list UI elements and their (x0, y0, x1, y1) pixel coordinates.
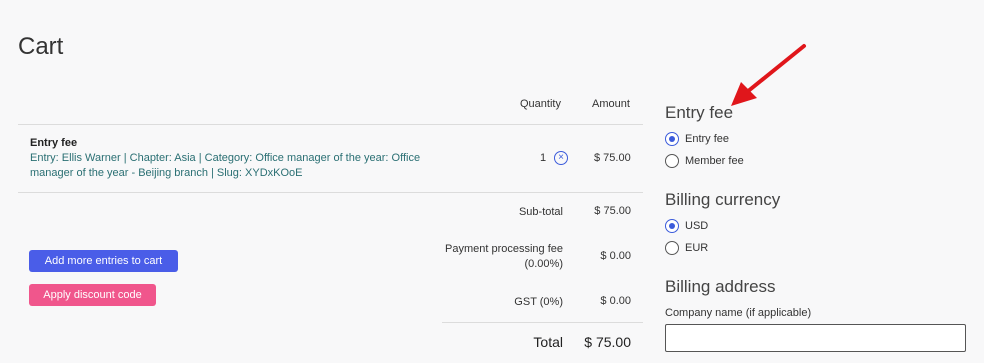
cart-table: Quantity Amount Entry fee Entry: Ellis W… (18, 0, 643, 363)
radio-unchecked-icon[interactable] (665, 241, 679, 255)
radio-checked-icon[interactable] (665, 132, 679, 146)
divider (18, 192, 643, 193)
quantity-header: Quantity (520, 98, 561, 110)
radio-label: USD (685, 220, 709, 232)
gst-value: $ 0.00 (600, 295, 631, 307)
total-value: $ 75.00 (584, 334, 631, 350)
billing-currency-title: Billing currency (665, 190, 781, 209)
entry-fee-title: Entry fee (665, 103, 734, 122)
radio-label: EUR (685, 242, 709, 254)
radio-checked-icon[interactable] (665, 219, 679, 233)
apply-discount-button[interactable]: Apply discount code (29, 284, 156, 306)
radio-eur[interactable]: EUR (665, 241, 708, 255)
gst-label: GST (0%) (514, 296, 563, 308)
processing-fee-value: $ 0.00 (600, 250, 631, 262)
amount-header: Amount (592, 98, 630, 110)
company-name-input[interactable] (665, 324, 966, 352)
radio-unchecked-icon[interactable] (665, 154, 679, 168)
radio-entry-fee[interactable]: Entry fee (665, 132, 729, 146)
subtotal-label: Sub-total (518, 206, 563, 218)
divider (442, 322, 643, 323)
billing-address-title: Billing address (665, 277, 776, 296)
remove-item-icon[interactable]: × (554, 151, 568, 165)
total-label: Total (533, 334, 563, 350)
radio-label: Member fee (685, 155, 744, 167)
subtotal-value: $ 75.00 (594, 205, 631, 217)
item-description: Entry: Ellis Warner | Chapter: Asia | Ca… (30, 152, 421, 179)
processing-fee-label: Payment processing fee (0.00%) (444, 243, 563, 270)
item-amount: $ 75.00 (594, 152, 631, 164)
item-name: Entry fee (30, 137, 78, 149)
radio-usd[interactable]: USD (665, 219, 708, 233)
add-more-entries-button[interactable]: Add more entries to cart (29, 250, 178, 272)
radio-label: Entry fee (685, 133, 730, 145)
sidebar: Entry fee Entry fee Member fee Billing c… (665, 0, 975, 363)
item-quantity: 1 (540, 152, 547, 164)
company-name-label: Company name (if applicable) (665, 307, 812, 319)
annotation-arrow-icon (731, 44, 806, 106)
radio-member-fee[interactable]: Member fee (665, 154, 744, 168)
divider (18, 124, 643, 125)
